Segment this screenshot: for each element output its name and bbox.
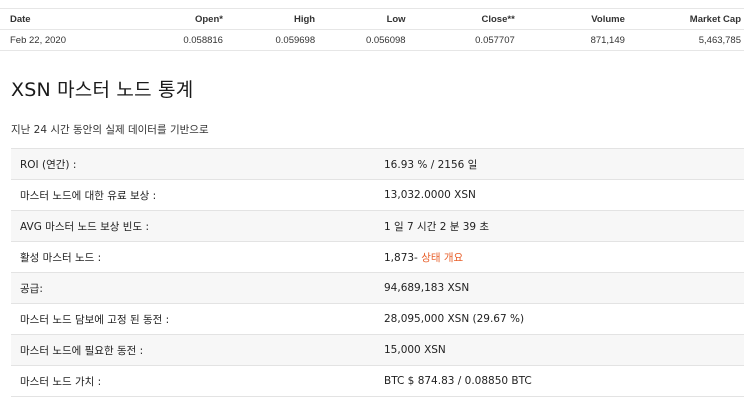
stats-row-supply: 공급: 94,689,183 XSN (11, 272, 744, 304)
stats-row-roi: ROI (연간) : 16.93 % / 2156 일 (11, 148, 744, 180)
stats-row-required-coins: 마스터 노드에 필요한 동전 : 15,000 XSN (11, 334, 744, 366)
stat-value: 13,032.0000 XSN (375, 179, 744, 211)
column-header-close[interactable]: Close** (408, 8, 518, 30)
column-header-low[interactable]: Low (318, 8, 409, 30)
column-header-market-cap[interactable]: Market Cap (627, 8, 744, 30)
stat-label: 공급: (11, 272, 375, 304)
stat-value: 15,000 XSN (375, 334, 744, 366)
cell-date: Feb 22, 2020 (0, 29, 116, 51)
cell-low: 0.056098 (318, 29, 409, 51)
stat-label: 활성 마스터 노드 : (11, 241, 375, 273)
cell-open: 0.058816 (115, 29, 226, 51)
stat-label: 마스터 노드 가치 : (11, 365, 375, 397)
status-overview-link[interactable]: 상태 개요 (421, 252, 463, 264)
stats-row-reward-frequency: AVG 마스터 노드 보상 빈도 : 1 일 7 시간 2 분 39 초 (11, 210, 744, 242)
stats-row-masternode-value: 마스터 노드 가치 : BTC $ 874.83 / 0.08850 BTC (11, 365, 744, 397)
stat-label: 마스터 노드에 필요한 동전 : (11, 334, 375, 366)
stat-value: 94,689,183 XSN (375, 272, 744, 304)
stat-label: AVG 마스터 노드 보상 빈도 : (11, 210, 375, 242)
section-subtitle: 지난 24 시간 동안의 실제 데이터를 기반으로 (11, 124, 209, 136)
stats-row-paid-reward: 마스터 노드에 대한 유료 보상 : 13,032.0000 XSN (11, 179, 744, 211)
cell-high: 0.059698 (225, 29, 319, 51)
stat-label: 마스터 노드 담보에 고정 된 동전 : (11, 303, 375, 335)
stat-value: 1 일 7 시간 2 분 39 초 (375, 210, 744, 242)
masternode-stats-table: ROI (연간) : 16.93 % / 2156 일 마스터 노드에 대한 유… (11, 148, 744, 397)
table-row: Feb 22, 2020 0.058816 0.059698 0.056098 … (0, 29, 744, 51)
column-header-date[interactable]: Date (0, 8, 116, 30)
column-header-high[interactable]: High (225, 8, 319, 30)
stat-value: 28,095,000 XSN (29.67 %) (375, 303, 744, 335)
stats-row-active-masternodes: 활성 마스터 노드 : 1,873- 상태 개요 (11, 241, 744, 273)
stat-value-cell: 1,873- 상태 개요 (375, 241, 744, 273)
cell-volume: 871,149 (517, 29, 628, 51)
section-title: XSN 마스터 노드 통계 (11, 79, 194, 101)
table-header-row: Date Open* High Low Close** Volume Marke… (0, 8, 744, 30)
column-header-volume[interactable]: Volume (517, 8, 628, 30)
stat-value: 16.93 % / 2156 일 (375, 148, 744, 180)
stat-value: BTC $ 874.83 / 0.08850 BTC (375, 365, 744, 397)
stat-value: 1,873- (384, 251, 422, 264)
cell-close: 0.057707 (408, 29, 518, 51)
stat-label: ROI (연간) : (11, 148, 375, 180)
column-header-open[interactable]: Open* (115, 8, 226, 30)
cell-market-cap: 5,463,785 (627, 29, 744, 51)
stat-label: 마스터 노드에 대한 유료 보상 : (11, 179, 375, 211)
stats-row-locked-coins: 마스터 노드 담보에 고정 된 동전 : 28,095,000 XSN (29.… (11, 303, 744, 335)
price-history-table: Date Open* High Low Close** Volume Marke… (0, 8, 744, 51)
